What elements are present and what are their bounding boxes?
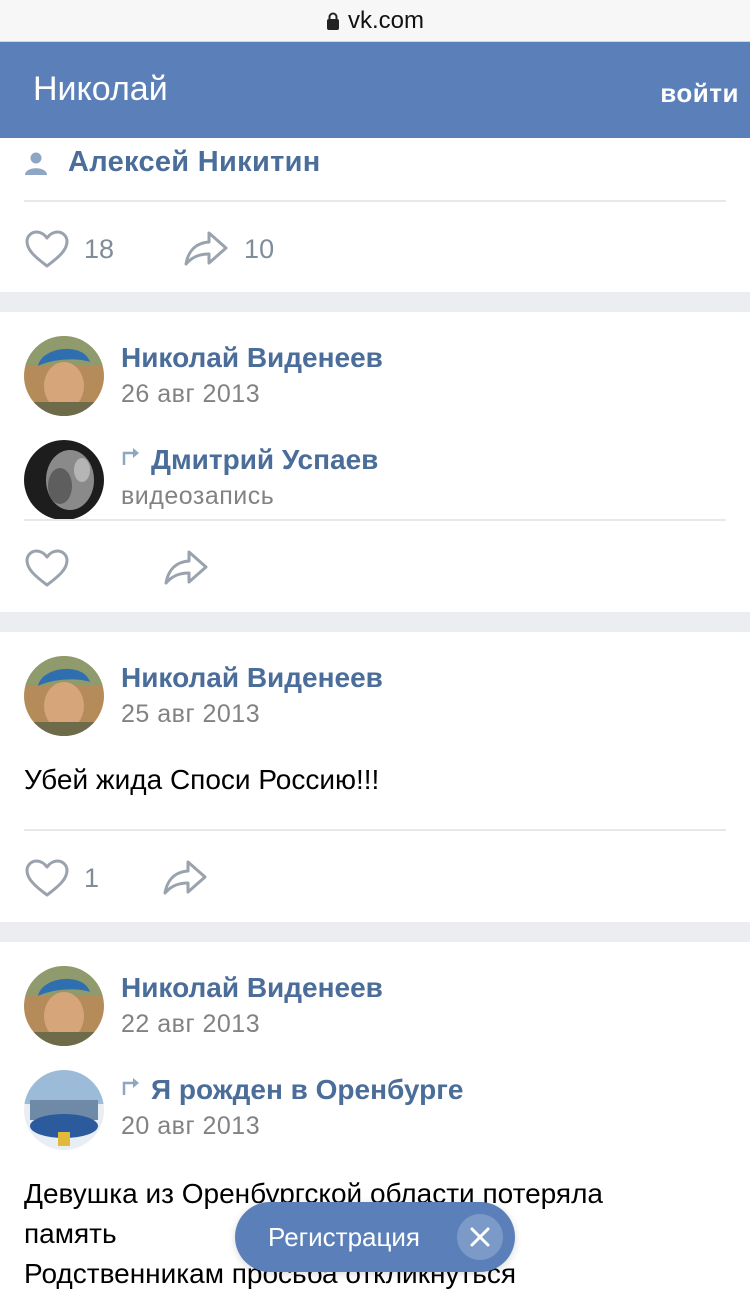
share-icon (163, 860, 207, 895)
heart-icon (25, 230, 69, 268)
post-header: Николай Виденеев 26 авг 2013 (121, 342, 383, 409)
repost-icon (122, 448, 139, 465)
app-header: Николай войти (0, 42, 750, 138)
avatar-photo (24, 1070, 104, 1150)
page-title: Николай (33, 70, 168, 108)
like-button[interactable]: 1 (24, 858, 99, 898)
post-card: Николай Виденеев 26 авг 2013 Дмитрий Усп… (0, 312, 750, 612)
registration-label: Регистрация (268, 1221, 420, 1252)
share-icon (184, 231, 228, 266)
post-card: Николай Виденеев 25 авг 2013 Убей жида С… (0, 632, 750, 922)
user-icon (25, 152, 47, 175)
post-author[interactable]: Николай Виденеев (121, 342, 383, 374)
registration-button[interactable]: Регистрация (235, 1202, 515, 1272)
share-button[interactable] (161, 858, 209, 898)
share-icon (164, 550, 208, 585)
post-card-partial: Алексей Никитин 18 10 (0, 138, 750, 292)
post-text: Убей жида Споси Россию!!! (24, 764, 380, 795)
repost-author: Дмитрий Успаев (151, 444, 379, 475)
repost-avatar[interactable] (24, 440, 104, 520)
avatar-photo (24, 440, 104, 520)
like-button[interactable] (24, 548, 70, 588)
repost-source[interactable]: Я рожден в Оренбурге (121, 1074, 463, 1106)
like-button[interactable]: 18 (24, 229, 114, 269)
divider (24, 829, 726, 831)
post-date[interactable]: 22 авг 2013 (121, 1010, 383, 1039)
share-count: 10 (244, 233, 275, 264)
repost-icon (122, 1078, 139, 1095)
author-avatar[interactable] (24, 656, 104, 736)
repost-header: Я рожден в Оренбурге 20 авг 2013 (121, 1074, 463, 1141)
repost-source[interactable]: Дмитрий Успаев (121, 444, 378, 476)
repost-header: Дмитрий Успаев видеозапись (121, 444, 378, 511)
close-button[interactable] (457, 1214, 503, 1260)
url-text: vk.com (347, 6, 424, 34)
signature-author: Алексей Никитин (68, 146, 321, 178)
author-avatar[interactable] (24, 336, 104, 416)
repost-subtitle: видеозапись (121, 482, 275, 510)
heart-icon (25, 549, 69, 587)
repost-author: Я рожден в Оренбурге (151, 1074, 464, 1105)
lock-icon (326, 12, 339, 30)
share-button[interactable]: 10 (182, 229, 274, 269)
post-date[interactable]: 25 авг 2013 (121, 700, 383, 729)
like-count: 18 (84, 233, 115, 264)
avatar-photo (24, 966, 104, 1046)
post-actions: 18 10 (24, 225, 274, 273)
avatar-photo (24, 656, 104, 736)
like-count: 1 (84, 862, 100, 893)
close-icon (470, 1227, 490, 1247)
post-author[interactable]: Николай Виденеев (121, 972, 383, 1004)
post-signature[interactable]: Алексей Никитин (24, 146, 321, 179)
share-button[interactable] (162, 548, 210, 588)
post-author[interactable]: Николай Виденеев (121, 662, 383, 694)
post-actions (24, 544, 210, 592)
post-date[interactable]: 26 авг 2013 (121, 380, 383, 409)
heart-icon (25, 859, 69, 897)
post-header: Николай Виденеев 25 авг 2013 (121, 662, 383, 729)
repost-date: 20 авг 2013 (121, 1112, 261, 1140)
post-actions: 1 (24, 854, 209, 902)
post-header: Николай Виденеев 22 авг 2013 (121, 972, 383, 1039)
repost-avatar[interactable] (24, 1070, 104, 1150)
login-button[interactable]: войти (660, 78, 739, 109)
browser-url-bar[interactable]: vk.com (0, 0, 750, 42)
author-avatar[interactable] (24, 966, 104, 1046)
divider (24, 200, 726, 202)
avatar-photo (24, 336, 104, 416)
divider (24, 519, 726, 521)
